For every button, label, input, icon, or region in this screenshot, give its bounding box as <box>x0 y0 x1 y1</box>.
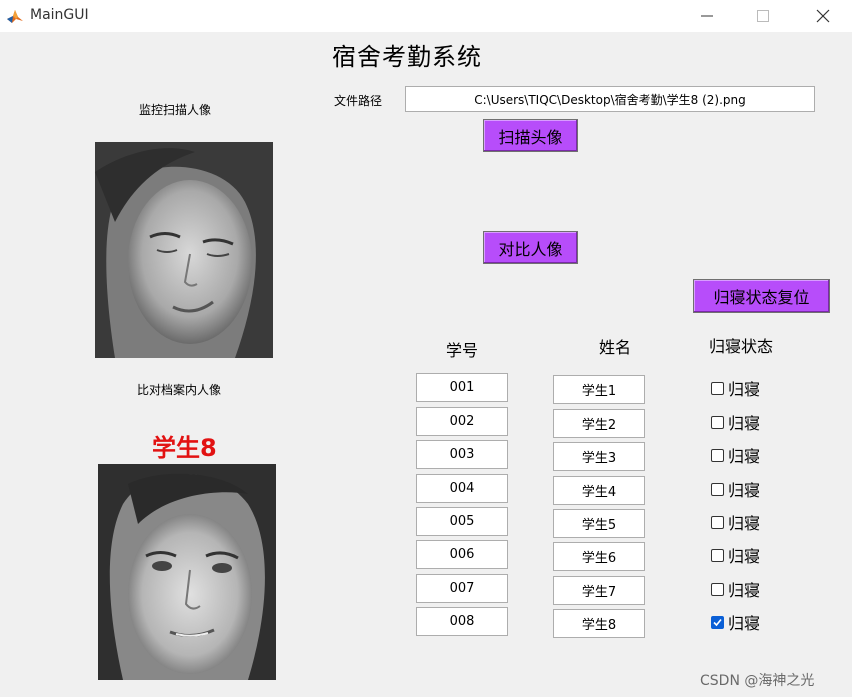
student-name-field[interactable]: 学生5 <box>553 509 645 538</box>
return-status-checkbox[interactable]: 归寝 <box>711 410 760 434</box>
title-bar: MainGUI <box>0 0 852 32</box>
window-title: MainGUI <box>30 7 89 23</box>
minimize-button[interactable] <box>684 0 730 32</box>
checkbox-label: 归寝 <box>728 581 761 600</box>
return-status-checkbox[interactable]: 归寝 <box>711 510 760 534</box>
checkbox-label: 归寝 <box>728 481 761 500</box>
student-id-field[interactable]: 008 <box>416 607 508 636</box>
student-name-field[interactable]: 学生1 <box>553 375 645 404</box>
return-status-checkbox[interactable]: 归寝 <box>711 477 760 501</box>
return-status-checkbox[interactable]: 归寝 <box>711 610 760 634</box>
checkbox-unchecked-icon[interactable] <box>711 515 724 529</box>
checkbox-label: 归寝 <box>728 447 761 466</box>
matched-student-name: 学生8 <box>152 434 217 462</box>
column-header-id: 学号 <box>446 341 479 360</box>
student-id-field[interactable]: 002 <box>416 407 508 436</box>
return-status-checkbox[interactable]: 归寝 <box>711 543 760 567</box>
maximize-button[interactable] <box>740 0 786 32</box>
checkbox-unchecked-icon[interactable] <box>711 415 724 429</box>
checkbox-label: 归寝 <box>728 614 761 633</box>
close-icon <box>816 9 830 23</box>
matlab-logo-icon <box>6 7 24 25</box>
student-id-field[interactable]: 007 <box>416 574 508 603</box>
return-status-checkbox[interactable]: 归寝 <box>711 577 760 601</box>
minimize-icon <box>701 15 713 17</box>
column-header-status: 归寝状态 <box>709 337 774 356</box>
student-name-field[interactable]: 学生4 <box>553 476 645 505</box>
close-button[interactable] <box>800 0 846 32</box>
reset-status-button[interactable]: 归寝状态复位 <box>693 279 830 313</box>
archive-photo-label: 比对档案内人像 <box>137 383 222 397</box>
watermark: CSDN @海神之光 <box>700 673 815 689</box>
student-name-field[interactable]: 学生8 <box>553 609 645 638</box>
checkbox-unchecked-icon[interactable] <box>711 548 724 562</box>
return-status-checkbox[interactable]: 归寝 <box>711 376 760 400</box>
compare-face-button[interactable]: 对比人像 <box>483 231 578 264</box>
student-name-field[interactable]: 学生2 <box>553 409 645 438</box>
checkbox-unchecked-icon[interactable] <box>711 448 724 462</box>
student-name-field[interactable]: 学生6 <box>553 542 645 571</box>
checkbox-unchecked-icon[interactable] <box>711 582 724 596</box>
checkbox-checked-icon[interactable] <box>711 615 724 629</box>
page-title: 宿舍考勤系统 <box>332 43 482 71</box>
student-id-field[interactable]: 006 <box>416 540 508 569</box>
student-id-field[interactable]: 004 <box>416 474 508 503</box>
scanned-face-image <box>95 142 273 358</box>
checkbox-unchecked-icon[interactable] <box>711 482 724 496</box>
checkbox-label: 归寝 <box>728 547 761 566</box>
maximize-icon <box>757 10 769 22</box>
student-name-field[interactable]: 学生7 <box>553 576 645 605</box>
student-id-field[interactable]: 005 <box>416 507 508 536</box>
archive-face-image <box>98 464 276 680</box>
student-name-field[interactable]: 学生3 <box>553 442 645 471</box>
checkbox-label: 归寝 <box>728 414 761 433</box>
checkbox-label: 归寝 <box>728 514 761 533</box>
student-id-field[interactable]: 001 <box>416 373 508 402</box>
scan-photo-label: 监控扫描人像 <box>139 103 212 117</box>
scan-face-button[interactable]: 扫描头像 <box>483 119 578 152</box>
return-status-checkbox[interactable]: 归寝 <box>711 443 760 467</box>
checkbox-label: 归寝 <box>728 380 761 399</box>
file-path-field[interactable]: C:\Users\TIQC\Desktop\宿舍考勤\学生8 (2).png <box>405 86 815 112</box>
checkbox-unchecked-icon[interactable] <box>711 381 724 395</box>
file-path-label: 文件路径 <box>334 94 383 108</box>
student-id-field[interactable]: 003 <box>416 440 508 469</box>
column-header-name: 姓名 <box>599 338 632 357</box>
